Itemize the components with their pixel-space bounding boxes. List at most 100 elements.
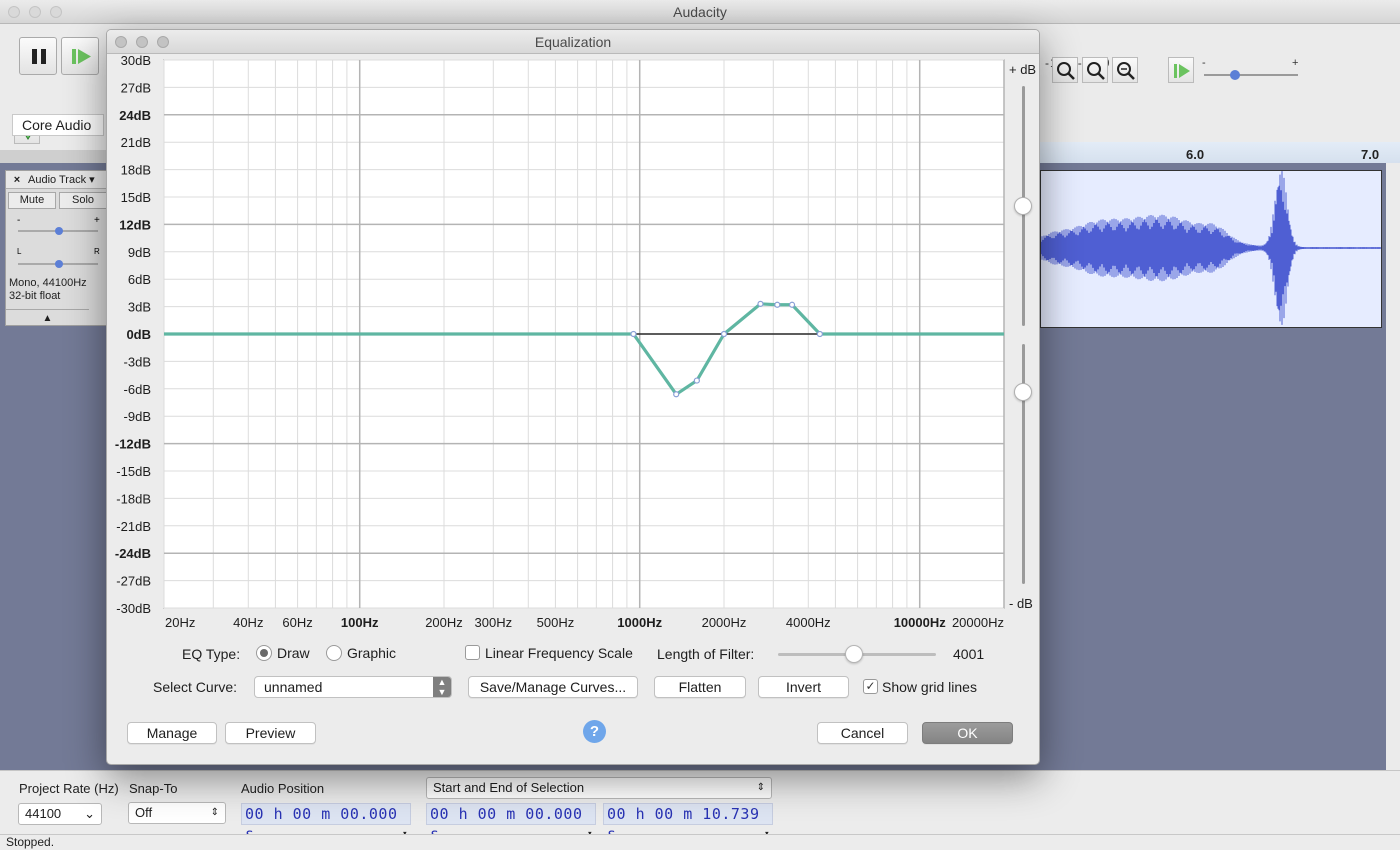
graphic-radio[interactable] [326, 645, 342, 661]
eq-graph: 30dB 27dB 24dB 21dB 18dB 15dB 12dB 9dB 6dB 3dB 0dB… [115, 53, 1036, 630]
pause-button[interactable] [19, 37, 57, 75]
solo-button[interactable]: Solo [59, 192, 107, 209]
flatten-button[interactable]: Flatten [654, 676, 746, 698]
app-title: Audacity [673, 4, 727, 20]
db-tick-label: 27dB [121, 80, 151, 95]
mute-button[interactable]: Mute [8, 192, 56, 209]
zoom-out-button[interactable] [1082, 57, 1108, 83]
curve-select-value: unnamed [264, 679, 323, 695]
eq-control-point[interactable] [816, 330, 823, 338]
eq-control-point[interactable] [774, 301, 781, 308]
waveform-view[interactable] [1040, 170, 1382, 328]
status-bar: Stopped. [0, 834, 1400, 850]
min-db-slider-track[interactable] [1022, 344, 1025, 584]
preview-button[interactable]: Preview [225, 722, 316, 744]
snap-to-select[interactable]: Off ⇕ [128, 802, 226, 824]
eq-control-point[interactable] [757, 300, 764, 307]
graphic-radio-label[interactable]: Graphic [347, 645, 396, 661]
ruler-tick: 7.0 [1361, 147, 1380, 162]
db-tick-label: -6dB [124, 382, 151, 397]
db-tick-label: -24dB [115, 546, 151, 561]
audio-position-label: Audio Position [241, 781, 325, 796]
grid-lines-label[interactable]: Show grid lines [882, 679, 977, 695]
db-tick-label: 9dB [128, 245, 151, 260]
grid-lines-checkbox[interactable]: ✓ [863, 679, 878, 694]
play-at-speed-button[interactable] [1168, 57, 1194, 83]
frequency-tick-label: 4000Hz [786, 615, 831, 630]
db-tick-label: -9dB [124, 409, 151, 424]
db-tick-label: 6dB [128, 272, 151, 287]
eq-control-point[interactable] [693, 377, 700, 384]
linear-frequency-checkbox[interactable] [465, 645, 480, 660]
draw-radio-label[interactable]: Draw [277, 645, 310, 661]
track-format-depth: 32-bit float [9, 290, 61, 302]
svg-text:+: + [1292, 57, 1298, 69]
manage-button[interactable]: Manage [127, 722, 217, 744]
db-tick-label: 18dB [121, 163, 151, 178]
play-speed-slider[interactable]: - + [1200, 56, 1302, 84]
updown-arrows-icon: ⇕ [756, 782, 765, 793]
min-db-slider-thumb[interactable] [1014, 383, 1032, 401]
frequency-tick-label: 20000Hz [952, 615, 1004, 630]
project-rate-select[interactable]: 44100 ⌄ [18, 803, 102, 825]
frequency-tick-label: 2000Hz [702, 615, 747, 630]
gain-plus: + [94, 215, 100, 226]
filter-length-slider-thumb[interactable] [845, 645, 863, 663]
close-window-icon[interactable] [8, 6, 20, 18]
updown-arrows-icon: ▲ ▼ [433, 677, 451, 697]
track-format-rate: Mono, 44100Hz [9, 277, 87, 289]
selection-mode-select[interactable]: Start and End of Selection ⇕ [426, 777, 772, 799]
frequency-axis: 20Hz 40Hz 60Hz 100Hz 200Hz 300Hz 500Hz 1000Hz 20… [165, 615, 1004, 630]
linear-frequency-label[interactable]: Linear Frequency Scale [485, 645, 633, 661]
eq-control-point[interactable] [788, 301, 796, 308]
frequency-tick-label: 60Hz [282, 615, 312, 630]
db-tick-label: 24dB [119, 108, 151, 123]
db-tick-label: -15dB [116, 464, 151, 479]
gain-pan-sliders[interactable]: - + L R [14, 213, 102, 271]
close-track-icon[interactable]: × [10, 173, 24, 187]
selection-end-time[interactable]: 00 h 00 m 10.739 s▾ [603, 803, 773, 843]
ok-button[interactable]: OK [922, 722, 1013, 744]
eq-control-point[interactable] [720, 330, 728, 338]
eq-type-label: EQ Type: [182, 646, 241, 662]
fit-selection-button[interactable] [1112, 57, 1138, 83]
vertical-scrollbar[interactable] [1386, 163, 1400, 770]
selection-mode-value: Start and End of Selection [433, 780, 585, 795]
zoom-out-icon [1087, 62, 1105, 80]
app-titlebar: Audacity [0, 0, 1400, 24]
collapse-track-button[interactable]: ▲ [6, 309, 89, 327]
zoom-in-button[interactable] [1052, 57, 1078, 83]
curve-select[interactable]: unnamed ▲ ▼ [254, 676, 452, 698]
max-db-slider-thumb[interactable] [1014, 197, 1032, 215]
db-tick-label: 15dB [121, 190, 151, 205]
frequency-tick-label: 300Hz [475, 615, 513, 630]
cancel-button[interactable]: Cancel [817, 722, 908, 744]
track-control-panel: × Audio Track ▾ Mute Solo - + L R Mono, … [5, 170, 108, 326]
save-manage-curves-button[interactable]: Save/Manage Curves... [468, 676, 638, 698]
db-tick-label: -3dB [124, 354, 151, 369]
db-tick-label: -30dB [116, 601, 151, 616]
play-button[interactable] [61, 37, 99, 75]
filter-length-value: 4001 [953, 646, 985, 662]
eq-control-point[interactable] [630, 330, 637, 338]
eq-control-point[interactable] [673, 391, 680, 398]
invert-button[interactable]: Invert [758, 676, 849, 698]
gain-minus: - [17, 215, 20, 226]
filter-length-label: Length of Filter: [657, 646, 755, 662]
audio-host-select[interactable]: Core Audio [12, 114, 104, 136]
db-tick-label: 21dB [121, 135, 151, 150]
pause-icon [32, 49, 46, 64]
frequency-tick-label: 500Hz [537, 615, 575, 630]
play-icon [72, 49, 91, 64]
audio-position-time[interactable]: 00 h 00 m 00.000 s▾ [241, 803, 411, 843]
draw-radio[interactable] [256, 645, 272, 661]
minimize-window-icon[interactable] [29, 6, 41, 18]
waveform [1040, 171, 1381, 325]
project-rate-value: 44100 [25, 806, 62, 821]
zoom-window-icon[interactable] [50, 6, 62, 18]
snap-to-value: Off [135, 805, 153, 820]
filter-length-slider[interactable] [778, 645, 936, 663]
help-button[interactable]: ? [583, 720, 606, 743]
selection-start-time[interactable]: 00 h 00 m 00.000 s▾ [426, 803, 596, 843]
frequency-tick-label: 10000Hz [894, 615, 947, 630]
